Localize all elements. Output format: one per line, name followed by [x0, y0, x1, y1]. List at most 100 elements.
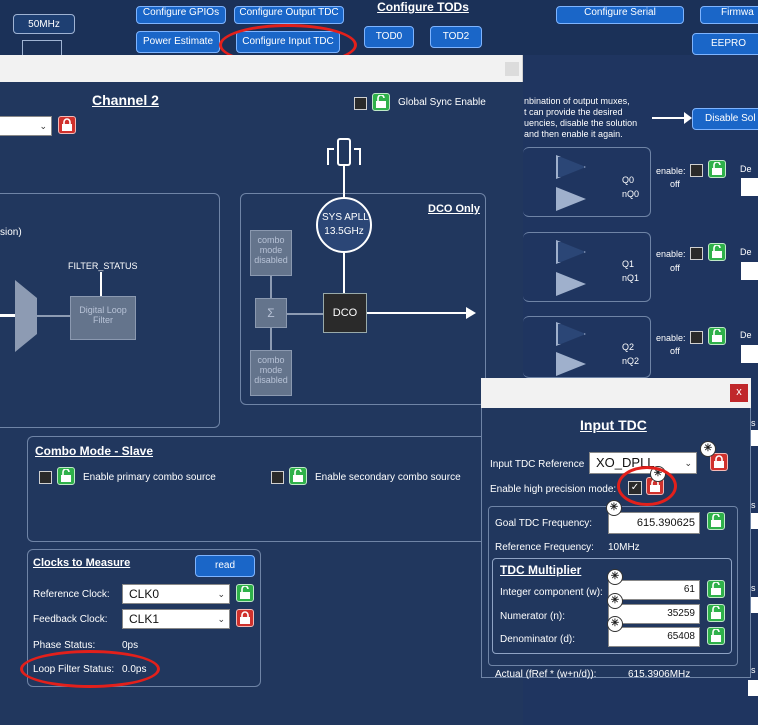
green-lock-icon[interactable] [236, 584, 254, 602]
sigma-to-dco-line [287, 313, 323, 315]
chevron-down-icon: ⌄ [684, 458, 692, 468]
sys-apll-circle [316, 197, 372, 253]
global-sync-checkbox[interactable] [354, 97, 367, 110]
info-line-4: and then enable it again. [524, 129, 623, 139]
red-lock-icon[interactable] [58, 116, 76, 134]
disable-solution-button[interactable]: Disable Sol [692, 108, 758, 130]
output-q1-label: Q1 [622, 259, 635, 269]
tod0-button[interactable]: TOD0 [364, 26, 414, 48]
digital-loop-filter-block: Digital Loop Filter [70, 296, 136, 340]
feedback-clock-label: Feedback Clock: [33, 614, 108, 625]
numerator-label: Numerator (n): [500, 611, 566, 622]
desired-input[interactable] [748, 680, 758, 696]
channel-title: Channel 2 [92, 92, 159, 108]
sys-apll-frequency: 13.5GHz [324, 226, 364, 237]
info-line-2: t can provide the desired [524, 107, 623, 117]
reference-clock-select[interactable]: CLK0 ⌄ [122, 584, 230, 604]
output-nq1-label: nQ1 [622, 273, 640, 283]
pin-icon: ✳ [607, 593, 623, 609]
secondary-combo-label: Enable secondary combo source [315, 472, 461, 483]
reference-frequency-value: 10MHz [608, 542, 640, 553]
clock-symbol-icon [22, 40, 62, 55]
configure-gpios-button[interactable]: Configure GPIOs [136, 6, 226, 24]
green-lock-icon[interactable] [708, 327, 726, 345]
power-estimate-button[interactable]: Power Estimate [136, 31, 220, 53]
off-label: off [670, 179, 680, 189]
output-q2-label: Q2 [622, 342, 635, 352]
combo-disabled-top-block: combo mode disabled [250, 230, 292, 276]
integer-component-label: Integer component (w): [500, 587, 603, 598]
red-lock-icon[interactable] [710, 453, 728, 471]
enable-q0-checkbox[interactable] [690, 164, 703, 177]
input-tdc-title: Input TDC [580, 417, 647, 433]
eeprom-button[interactable]: EEPRO [692, 33, 758, 55]
green-lock-icon[interactable] [708, 160, 726, 178]
info-arrowhead [684, 112, 692, 124]
chevron-down-icon: ⌄ [217, 589, 225, 599]
green-lock-icon[interactable] [707, 580, 725, 598]
green-lock-icon[interactable] [707, 627, 725, 645]
feedback-clock-select[interactable]: CLK1 ⌄ [122, 609, 230, 629]
chevron-down-icon: ⌄ [39, 121, 47, 131]
apll-arrow [343, 253, 345, 293]
desired-label: De [740, 247, 752, 257]
tdc-reference-label: Input TDC Reference [490, 459, 585, 470]
desired-label: De [740, 330, 752, 340]
configure-output-tdc-button[interactable]: Configure Output TDC [234, 6, 344, 24]
enable-q1-checkbox[interactable] [690, 247, 703, 260]
output-nq0-label: nQ0 [622, 189, 640, 199]
desired-q0-input[interactable] [741, 178, 758, 196]
desired-q1-input[interactable] [741, 262, 758, 280]
output-nq2-label: nQ2 [622, 356, 640, 366]
green-lock-icon[interactable] [289, 467, 307, 485]
highlight-ring-high-precision [617, 466, 677, 506]
tod2-button[interactable]: TOD2 [430, 26, 482, 48]
channel-window-close-icon[interactable] [505, 62, 519, 76]
off-label: off [670, 263, 680, 273]
actual-frequency-value: 615.3906MHz [628, 669, 691, 680]
filter-status-label: FILTER_STATUS [68, 261, 138, 271]
high-precision-label: Enable high precision mode: [490, 484, 617, 495]
left-edge-arrow [0, 314, 15, 317]
actual-frequency-label: Actual (fRef * (w+n/d)): [495, 669, 597, 680]
dialog-close-button[interactable]: x [730, 384, 748, 402]
feedback-clock-value: CLK1 [129, 612, 160, 626]
green-lock-icon[interactable] [707, 604, 725, 622]
sigma-block: Σ [255, 298, 287, 328]
green-lock-icon[interactable] [707, 512, 725, 530]
crystal-arrow [343, 175, 345, 197]
enable-label: enable: [656, 166, 686, 176]
red-lock-icon[interactable] [236, 609, 254, 627]
enable-q2-checkbox[interactable] [690, 331, 703, 344]
denominator-input[interactable]: 65408 [608, 627, 700, 647]
combo-top-arrow [270, 276, 272, 298]
channel-selector[interactable]: ⌄ [0, 116, 52, 136]
phase-status-value: 0ps [122, 640, 139, 651]
green-lock-icon[interactable] [708, 243, 726, 261]
goal-frequency-input[interactable]: 615.390625 [608, 512, 700, 534]
enable-label: enable: [656, 333, 686, 343]
secondary-combo-checkbox[interactable] [271, 471, 284, 484]
green-lock-icon[interactable] [57, 467, 75, 485]
pin-icon: ✳ [700, 441, 716, 457]
green-lock-icon[interactable] [372, 93, 390, 111]
channel-window-titlebar [0, 55, 523, 82]
firmware-button[interactable]: Firmwa [700, 6, 758, 24]
combo-bottom-arrow [270, 328, 272, 350]
configure-serial-button[interactable]: Configure Serial [556, 6, 684, 24]
reference-clock-label: Reference Clock: [33, 589, 110, 600]
tdc-multiplier-title: TDC Multiplier [500, 563, 582, 577]
global-sync-label: Global Sync Enable [398, 97, 486, 108]
crystal-icon [324, 135, 364, 175]
goal-frequency-label: Goal TDC Frequency: [495, 518, 593, 529]
desired-q2-input[interactable] [741, 345, 758, 363]
pin-icon: ✳ [606, 500, 622, 516]
dpll-mode-label: sion) [0, 227, 22, 238]
primary-combo-checkbox[interactable] [39, 471, 52, 484]
frequency-button[interactable]: 50MHz [13, 14, 75, 34]
input-tdc-titlebar [481, 378, 751, 408]
dco-output-line [367, 312, 467, 314]
off-label: off [670, 346, 680, 356]
reference-clock-value: CLK0 [129, 587, 160, 601]
read-button[interactable]: read [195, 555, 255, 577]
